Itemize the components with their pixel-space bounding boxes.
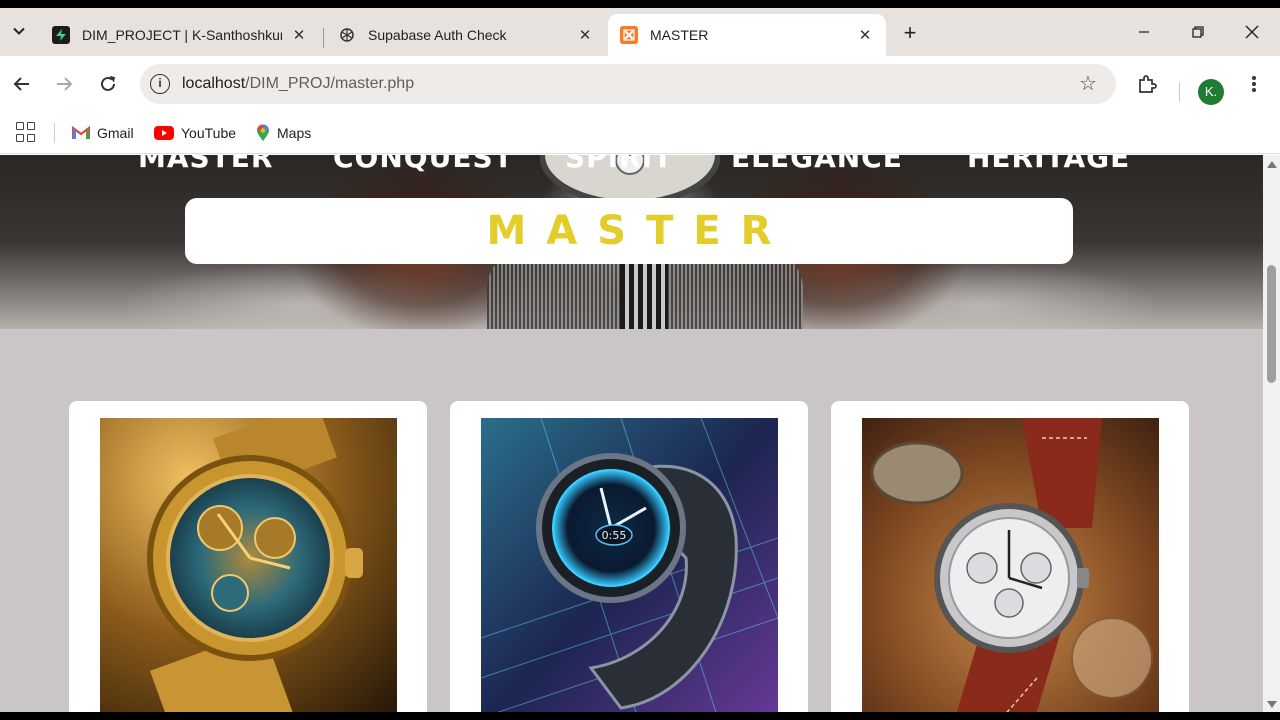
minimize-icon [1139,31,1149,33]
youtube-icon [154,126,174,140]
title-banner: MASTER [185,198,1073,264]
url-path: /DIM_PROJ/master.php [245,75,415,92]
restore-icon [1192,26,1204,38]
bookmark-maps[interactable]: Maps [256,122,311,144]
chevron-down-icon [13,27,25,35]
scroll-down-arrow-icon[interactable] [1267,701,1277,708]
leather-chronograph-watch-image[interactable] [862,418,1159,712]
tab-supabase-auth-check[interactable]: Supabase Auth Check ✕ [326,14,606,56]
arrow-left-icon [13,77,29,91]
extensions-button[interactable] [1133,70,1161,98]
browser-toolbar: i localhost/DIM_PROJ/master.php ☆ K. [0,56,1280,112]
maps-icon [256,124,270,142]
restore-button[interactable] [1184,20,1212,44]
reload-icon [101,76,116,91]
close-icon[interactable]: ✕ [290,26,308,44]
scroll-up-arrow-icon[interactable] [1267,161,1277,168]
product-card[interactable]: 0:55 [450,401,808,712]
bookmarks-bar: Gmail YouTube Maps [0,112,1280,154]
bookmark-youtube[interactable]: YouTube [154,122,236,144]
tab-master[interactable]: MASTER ✕ [608,14,886,56]
tab-title: DIM_PROJECT | K-Santhoshkum [82,27,282,43]
watch-time-display: 0:55 [602,529,627,542]
close-icon[interactable]: ✕ [856,26,874,44]
puzzle-icon [1139,75,1157,93]
arrow-right-icon [57,77,73,91]
product-card[interactable] [69,401,427,712]
tab-search-button[interactable] [5,17,33,45]
close-icon[interactable]: ✕ [576,26,594,44]
bookmark-label: YouTube [181,125,237,141]
close-icon [1245,25,1259,39]
nav-link-spirit[interactable]: SPIRIT [565,155,673,174]
hero-watch-strap [620,255,668,329]
nav-link-elegance[interactable]: ELEGANCE [731,155,903,174]
nav-link-master[interactable]: MASTER [138,155,274,174]
hero-nav: MASTER CONQUEST SPIRIT ELEGANCE HERITAGE [0,155,1263,175]
bookmark-star-icon[interactable]: ☆ [1076,72,1100,96]
kebab-menu-icon [1252,76,1256,92]
toolbar-divider [1179,82,1180,102]
nav-link-heritage[interactable]: HERITAGE [967,155,1130,174]
openai-icon [338,26,356,44]
close-window-button[interactable] [1238,20,1266,44]
product-card[interactable] [831,401,1189,712]
page-scrollbar[interactable] [1263,155,1280,712]
menu-button[interactable] [1240,70,1268,98]
supabase-bolt-icon [52,26,70,44]
scrollbar-thumb[interactable] [1267,265,1276,383]
gmail-icon [72,126,90,140]
gold-skeleton-watch-image[interactable] [100,418,397,712]
back-button[interactable] [8,70,36,98]
profile-avatar[interactable]: K. [1198,79,1224,105]
url-text[interactable]: localhost/DIM_PROJ/master.php [182,75,414,93]
bookmark-gmail[interactable]: Gmail [72,122,134,144]
bookmarks-divider [54,123,55,143]
url-host: localhost [182,75,246,92]
tab-separator [323,28,324,48]
tab-title: Supabase Auth Check [368,27,507,43]
futuristic-smartwatch-image[interactable]: 0:55 [481,418,778,712]
bookmark-label: Gmail [97,125,134,141]
tab-strip: DIM_PROJECT | K-Santhoshkum ✕ Supabase A… [0,8,1280,56]
forward-button[interactable] [50,70,78,98]
minimize-button[interactable] [1130,20,1158,44]
page-viewport: MASTER CONQUEST SPIRIT ELEGANCE HERITAGE… [0,155,1263,712]
tab-dim-project[interactable]: DIM_PROJECT | K-Santhoshkum ✕ [40,14,320,56]
tab-title: MASTER [650,27,709,43]
address-bar[interactable]: i localhost/DIM_PROJ/master.php ☆ [140,64,1116,104]
apps-grid-icon[interactable] [16,122,36,142]
nav-link-conquest[interactable]: CONQUEST [333,155,514,174]
xampp-icon [620,26,638,44]
page-title: MASTER [486,208,792,254]
browser-window: DIM_PROJECT | K-Santhoshkum ✕ Supabase A… [0,8,1280,712]
new-tab-button[interactable]: + [898,22,922,46]
info-icon[interactable]: i [150,74,170,94]
reload-button[interactable] [94,70,122,98]
hero-section: MASTER CONQUEST SPIRIT ELEGANCE HERITAGE… [0,155,1263,329]
bookmark-label: Maps [277,125,312,141]
